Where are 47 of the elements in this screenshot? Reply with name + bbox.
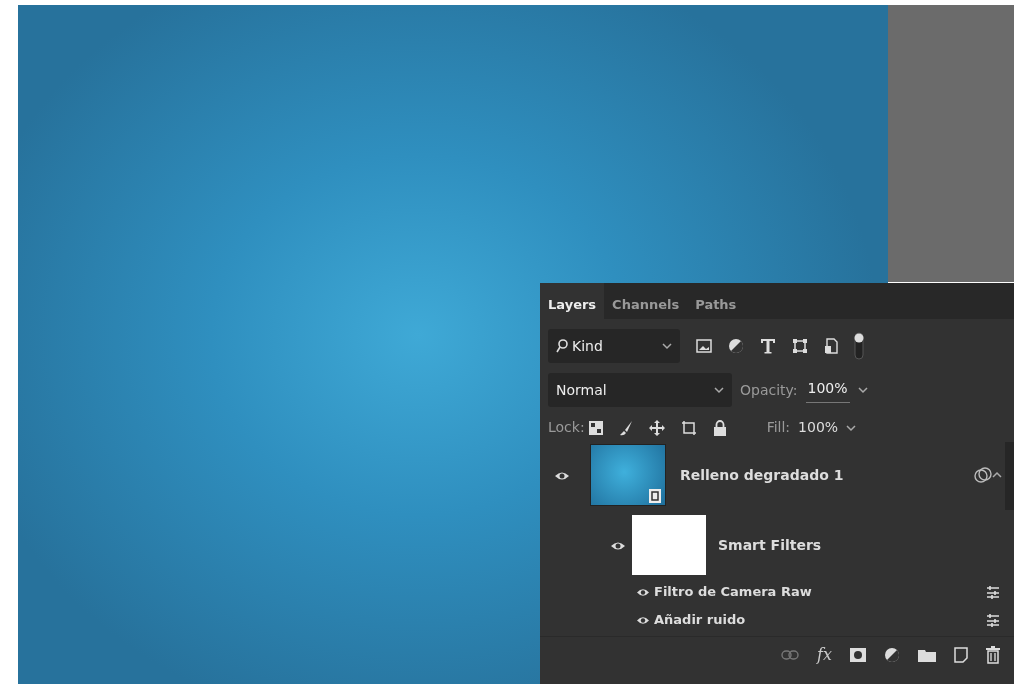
folder-icon[interactable] xyxy=(918,647,936,662)
smart-filters-label: Smart Filters xyxy=(718,535,822,555)
new-layer-icon[interactable] xyxy=(954,646,968,663)
adjustment-icon[interactable] xyxy=(884,646,900,663)
eye-icon[interactable] xyxy=(636,615,650,626)
fill-label: Fill: xyxy=(766,418,791,437)
linked-circles-icon xyxy=(974,467,992,483)
layer-row[interactable]: Relleno degradado 1 xyxy=(540,442,1014,508)
smart-object-filter-icon[interactable] xyxy=(824,338,838,354)
mask-icon[interactable] xyxy=(850,647,866,662)
caret-icon xyxy=(714,386,724,394)
panel-tab[interactable]: Layers xyxy=(540,283,605,319)
filter-dropdown[interactable]: Kind xyxy=(548,329,680,363)
layer-name: Relleno degradado 1 xyxy=(680,465,845,485)
filter-row[interactable]: Añadir ruido xyxy=(540,606,1014,634)
smart-filters-row[interactable]: Smart Filters xyxy=(540,508,1014,578)
lock-label: Lock: xyxy=(548,418,585,437)
caret-icon[interactable] xyxy=(846,423,857,432)
filter-name: Filtro de Camera Raw xyxy=(654,583,813,602)
blending-options-icon[interactable] xyxy=(986,613,1000,627)
image-filter-icon[interactable] xyxy=(696,339,712,353)
lock-icon[interactable] xyxy=(712,419,727,436)
opacity-label: Opacity: xyxy=(740,380,798,400)
fill-field[interactable]: 100% xyxy=(798,417,839,438)
search-icon xyxy=(556,339,568,353)
move-icon[interactable] xyxy=(648,419,665,436)
collapse-icon[interactable] xyxy=(992,471,1002,479)
opacity-field[interactable]: 100% xyxy=(805,377,850,403)
fx-button[interactable]: fx xyxy=(817,642,832,667)
type-filter-icon[interactable] xyxy=(760,338,776,354)
filter-toggle[interactable] xyxy=(854,332,864,360)
panel-tab[interactable]: Paths xyxy=(687,283,745,319)
link-icon[interactable] xyxy=(781,649,800,660)
caret-icon[interactable] xyxy=(857,386,868,394)
blend-mode-dropdown[interactable]: Normal xyxy=(548,373,732,407)
filter-name: Añadir ruido xyxy=(654,611,747,630)
adjustment-filter-icon[interactable] xyxy=(728,338,744,354)
trash-icon[interactable] xyxy=(986,645,1000,664)
blending-options-icon[interactable] xyxy=(986,585,1000,599)
eye-icon[interactable] xyxy=(636,587,650,598)
shape-filter-icon[interactable] xyxy=(792,338,808,354)
smart-object-badge-icon xyxy=(649,489,661,503)
caret-icon xyxy=(662,342,672,350)
checkerboard-icon[interactable] xyxy=(588,420,603,435)
panel-tab[interactable]: Channels xyxy=(604,283,688,319)
filter-row[interactable]: Filtro de Camera Raw xyxy=(540,578,1014,606)
crop-icon[interactable] xyxy=(680,419,697,436)
